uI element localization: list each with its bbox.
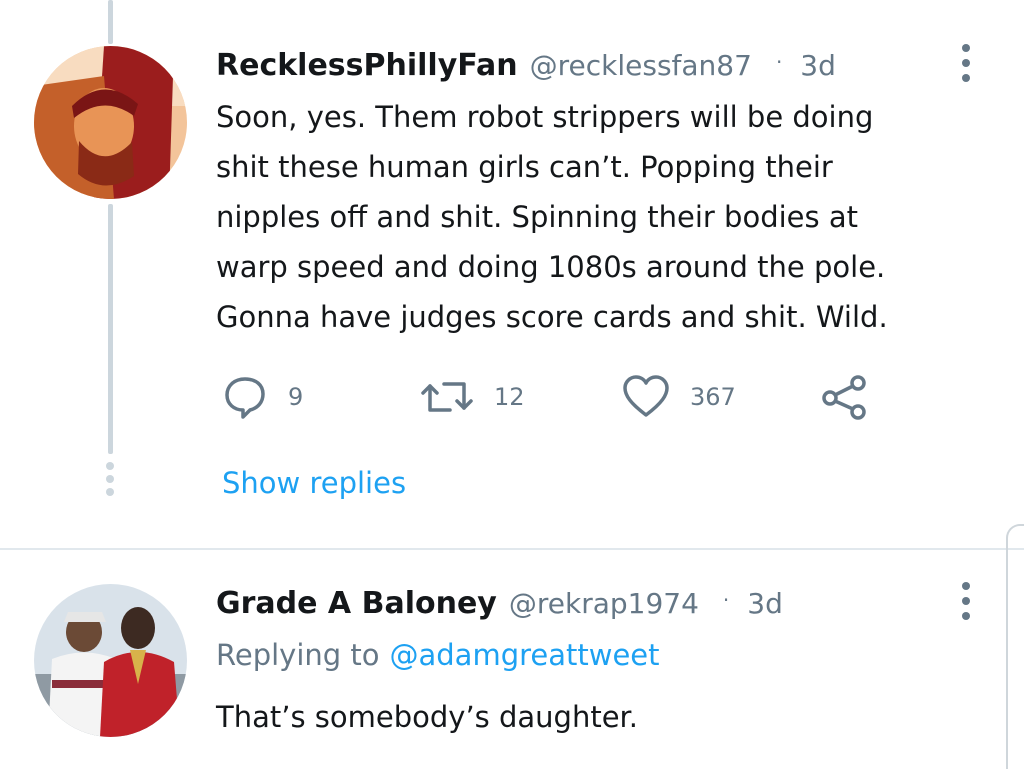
tweet-line: nipples off and shit. Spinning their bod… bbox=[216, 200, 858, 234]
retweet-icon bbox=[421, 382, 473, 412]
more-options-icon[interactable] bbox=[962, 582, 970, 620]
like-button[interactable]: 367 bbox=[622, 374, 736, 420]
timestamp[interactable]: 3d bbox=[800, 49, 836, 82]
user-handle[interactable]: @rekrap1974 bbox=[509, 587, 699, 620]
reply-icon bbox=[225, 377, 265, 419]
share-icon bbox=[822, 375, 866, 420]
tweet-line: warp speed and doing 1080s around the po… bbox=[216, 250, 886, 284]
like-count: 367 bbox=[690, 383, 736, 411]
separator-dot: · bbox=[722, 588, 730, 612]
tweet-header: RecklessPhillyFan @recklessfan87 · 3d bbox=[216, 48, 836, 83]
reply-button[interactable]: 9 bbox=[222, 374, 303, 420]
more-options-icon[interactable] bbox=[962, 44, 970, 82]
separator-dot: · bbox=[775, 50, 783, 74]
tweet-line: That’s somebody’s daughter. bbox=[216, 700, 639, 734]
display-name[interactable]: RecklessPhillyFan bbox=[216, 48, 518, 83]
reply-count: 9 bbox=[288, 383, 304, 411]
tweet-line: Soon, yes. Them robot strippers will be … bbox=[216, 100, 874, 134]
mention-link[interactable]: @adamgreattweet bbox=[390, 638, 660, 672]
share-button[interactable] bbox=[820, 374, 868, 420]
tweet-line: Gonna have judges score cards and shit. … bbox=[216, 300, 888, 334]
tweet-divider bbox=[0, 548, 1024, 550]
tweet-header: Grade A Baloney @rekrap1974 · 3d bbox=[216, 586, 783, 621]
profile-photo-icon bbox=[34, 584, 187, 737]
display-name[interactable]: Grade A Baloney bbox=[216, 586, 497, 621]
profile-photo-icon bbox=[34, 46, 187, 199]
retweet-button[interactable]: 12 bbox=[420, 374, 525, 420]
show-replies-link[interactable]: Show replies bbox=[222, 466, 406, 500]
replying-to: Replying to @adamgreattweet bbox=[216, 638, 660, 672]
replying-label: Replying to bbox=[216, 638, 380, 672]
retweet-count: 12 bbox=[494, 383, 525, 411]
tweet-line: shit these human girls can’t. Popping th… bbox=[216, 150, 833, 184]
scroll-edge bbox=[1006, 524, 1024, 769]
thread-ellipsis[interactable] bbox=[106, 462, 114, 496]
avatar[interactable] bbox=[34, 46, 187, 199]
heart-icon bbox=[623, 375, 669, 417]
tweet-actions: 9 12 367 bbox=[0, 374, 1024, 424]
timestamp[interactable]: 3d bbox=[747, 587, 783, 620]
thread-line-top bbox=[108, 0, 113, 44]
avatar[interactable] bbox=[34, 584, 187, 737]
user-handle[interactable]: @recklessfan87 bbox=[530, 49, 752, 82]
